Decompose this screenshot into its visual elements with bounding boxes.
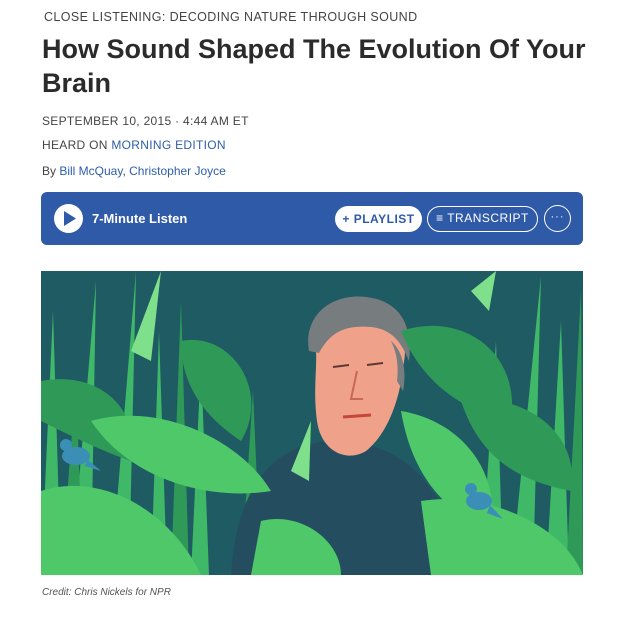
add-to-playlist-button[interactable]: + PLAYLIST xyxy=(335,206,422,232)
byline-prefix: By xyxy=(42,164,60,178)
more-options-button[interactable]: ··· xyxy=(544,205,571,232)
audio-player: 7-Minute Listen + PLAYLIST ≡ TRANSCRIPT … xyxy=(41,192,583,245)
play-button[interactable] xyxy=(54,204,83,233)
article-headline: How Sound Shaped The Evolution Of Your B… xyxy=(42,34,586,98)
transcript-button[interactable]: ≡ TRANSCRIPT xyxy=(427,206,538,232)
article-date: SEPTEMBER 10, 2015 · 4:44 AM ET xyxy=(42,114,249,128)
image-credit: Credit: Chris Nickels for NPR xyxy=(42,587,171,598)
illustration-art xyxy=(41,271,583,575)
program-link[interactable]: MORNING EDITION xyxy=(111,138,226,152)
section-slug[interactable]: CLOSE LISTENING: DECODING NATURE THROUGH… xyxy=(44,10,418,24)
more-icon: ··· xyxy=(550,211,565,223)
author-link-1[interactable]: Bill McQuay xyxy=(59,164,122,178)
author-link-2[interactable]: Christopher Joyce xyxy=(129,164,226,178)
listen-duration-label: 7-Minute Listen xyxy=(92,211,188,226)
heard-on: HEARD ON MORNING EDITION xyxy=(42,138,226,152)
article-illustration xyxy=(41,271,583,575)
play-icon xyxy=(64,211,76,226)
heard-on-prefix: HEARD ON xyxy=(42,138,112,152)
byline: By Bill McQuay, Christopher Joyce xyxy=(42,164,226,178)
